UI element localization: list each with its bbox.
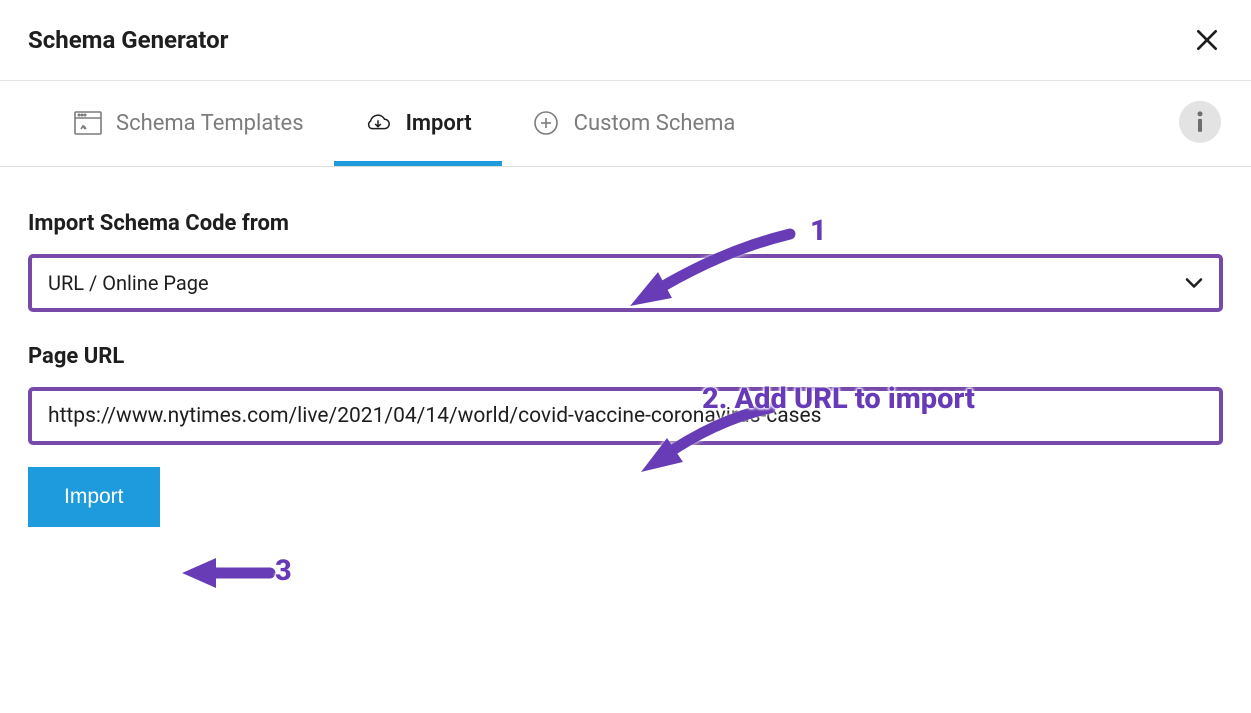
tab-label: Schema Templates [116,111,304,136]
url-label: Page URL [28,344,1223,369]
info-button[interactable] [1179,100,1221,142]
source-select[interactable]: URL / Online Page [32,258,1219,308]
close-icon [1194,27,1220,53]
template-icon [74,109,102,137]
modal-header: Schema Generator [0,0,1251,81]
modal-title: Schema Generator [28,26,228,54]
import-button[interactable]: Import [28,467,160,527]
tab-custom-schema[interactable]: Custom Schema [502,81,766,166]
tabs: Schema Templates Import Custom Schema [0,81,1251,167]
source-select-wrapper: URL / Online Page [28,254,1223,312]
source-label: Import Schema Code from [28,211,1223,236]
tab-label: Custom Schema [574,111,736,136]
url-input-wrapper [28,387,1223,445]
tab-label: Import [406,111,472,136]
info-icon [1195,109,1205,133]
plus-circle-icon [532,109,560,137]
close-button[interactable] [1191,24,1223,56]
tab-schema-templates[interactable]: Schema Templates [44,81,334,166]
cloud-download-icon [364,109,392,137]
main-content: Import Schema Code from URL / Online Pag… [0,167,1251,555]
url-input[interactable] [32,391,1219,441]
annotation-text-3: 3 [275,554,292,588]
tab-import[interactable]: Import [334,81,502,166]
annotation-arrow-3 [170,548,290,602]
